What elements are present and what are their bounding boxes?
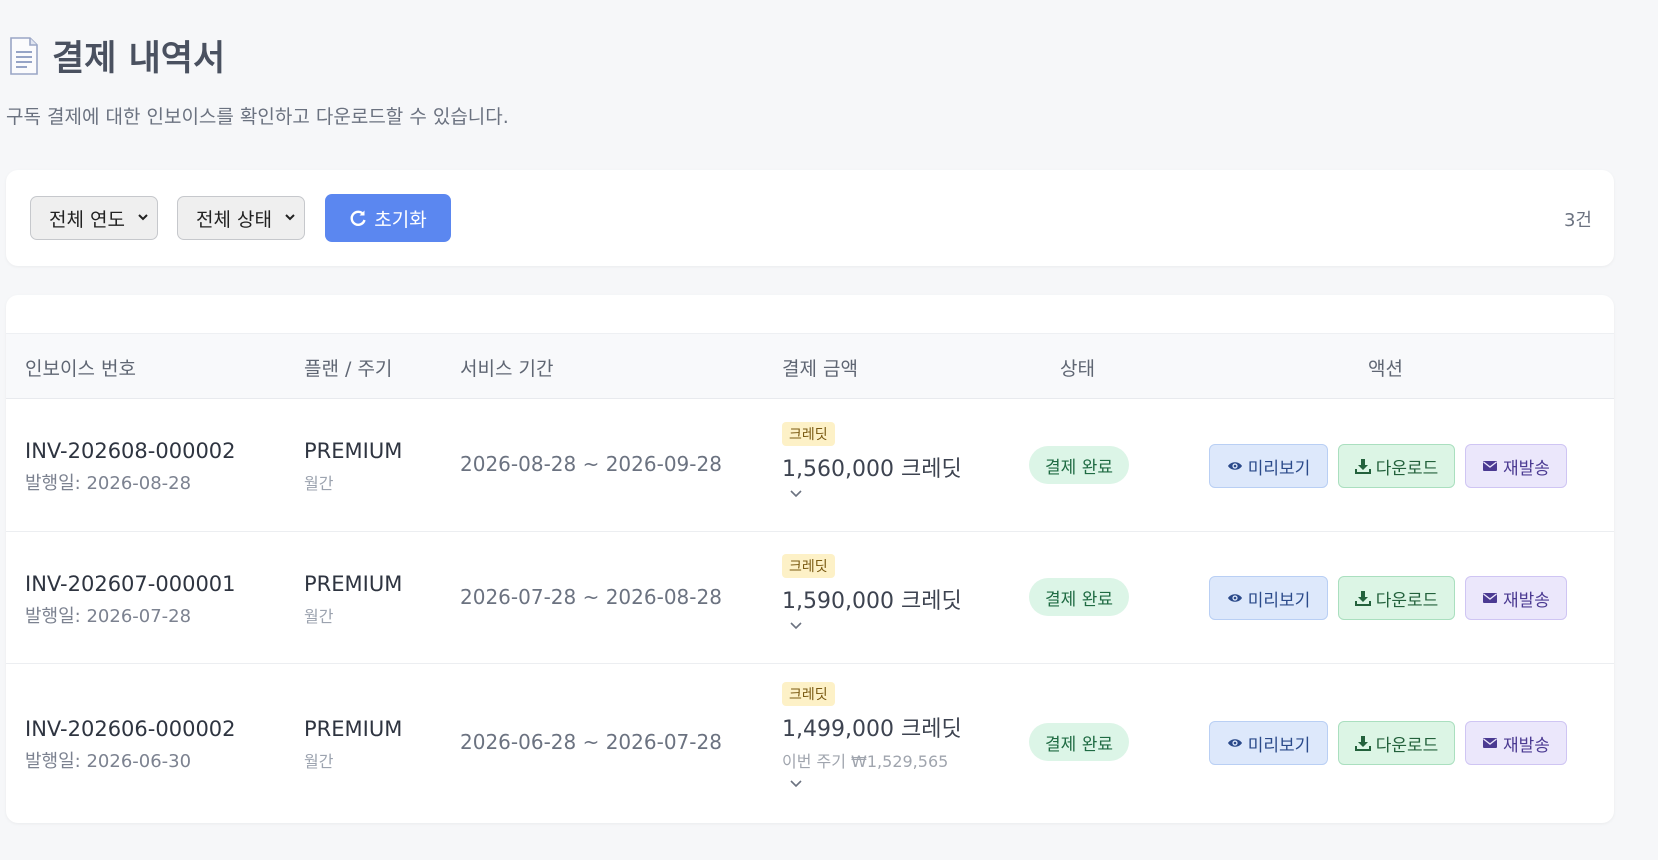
status-badge: 결제 완료 <box>1029 578 1129 616</box>
service-period: 2026-07-28 ~ 2026-08-28 <box>460 585 722 609</box>
plan-name: PREMIUM <box>304 717 403 741</box>
billing-cycle: 월간 <box>304 474 334 493</box>
billing-cycle: 월간 <box>304 607 334 626</box>
table-row: INV-202606-000002 발행일: 2026-06-30 PREMIU… <box>6 664 1614 823</box>
col-amount: 결제 금액 <box>782 358 858 380</box>
year-select-value: 전체 연도 <box>49 208 125 231</box>
plan-name: PREMIUM <box>304 572 403 596</box>
chevron-down-icon <box>138 214 148 221</box>
col-invoice-no: 인보이스 번호 <box>25 358 136 380</box>
col-status: 상태 <box>1060 358 1095 380</box>
col-plan-cycle: 플랜 / 주기 <box>304 358 393 380</box>
payment-amount: 1,499,000 크레딧 <box>782 717 962 742</box>
chevron-down-icon <box>285 214 295 221</box>
col-actions: 액션 <box>1368 358 1403 380</box>
issued-date: 발행일: 2026-08-28 <box>25 473 192 494</box>
status-select[interactable]: 전체 상태 <box>177 196 305 240</box>
billing-cycle: 월간 <box>304 752 334 771</box>
table-row: INV-202607-000001 발행일: 2026-07-28 PREMIU… <box>6 532 1614 664</box>
eye-icon <box>1227 739 1242 747</box>
chevron-down-icon[interactable] <box>788 618 804 634</box>
download-button[interactable]: 다운로드 <box>1338 444 1455 488</box>
page-title: 결제 내역서 <box>52 39 226 79</box>
eye-icon <box>1227 594 1242 602</box>
download-icon <box>1354 459 1371 474</box>
credit-badge: 크레딧 <box>782 682 835 706</box>
invoice-number: INV-202608-000002 <box>25 439 236 463</box>
resend-button[interactable]: 재발송 <box>1465 721 1567 765</box>
reset-button[interactable]: 초기화 <box>325 194 451 242</box>
chevron-down-icon[interactable] <box>788 486 804 502</box>
cycle-amount-note: 이번 주기 ₩1,529,565 <box>782 752 949 771</box>
invoice-number: INV-202606-000002 <box>25 717 236 741</box>
issued-date: 발행일: 2026-06-30 <box>25 751 192 772</box>
download-button[interactable]: 다운로드 <box>1338 576 1455 620</box>
resend-button[interactable]: 재발송 <box>1465 444 1567 488</box>
download-label: 다운로드 <box>1375 735 1439 756</box>
credit-badge: 크레딧 <box>782 422 835 446</box>
status-badge: 결제 완료 <box>1029 723 1129 761</box>
credit-badge: 크레딧 <box>782 554 835 578</box>
service-period: 2026-06-28 ~ 2026-07-28 <box>460 730 722 754</box>
resend-label: 재발송 <box>1503 735 1550 756</box>
plan-name: PREMIUM <box>304 439 403 463</box>
page-subtitle: 구독 결제에 대한 인보이스를 확인하고 다운로드할 수 있습니다. <box>6 106 509 128</box>
envelope-icon <box>1483 461 1498 471</box>
year-select[interactable]: 전체 연도 <box>30 196 158 240</box>
envelope-icon <box>1483 593 1498 603</box>
table-row: INV-202608-000002 발행일: 2026-08-28 PREMIU… <box>6 399 1614 532</box>
preview-button[interactable]: 미리보기 <box>1209 444 1328 488</box>
page-title-wrap: 결제 내역서 <box>8 30 225 81</box>
chevron-down-icon[interactable] <box>788 776 804 792</box>
document-icon <box>10 36 38 75</box>
result-count: 3건 <box>1563 210 1592 231</box>
resend-label: 재발송 <box>1503 458 1550 479</box>
resend-label: 재발송 <box>1503 590 1550 611</box>
download-button[interactable]: 다운로드 <box>1338 721 1455 765</box>
payment-amount: 1,560,000 크레딧 <box>782 457 962 482</box>
filter-bar: 전체 연도 전체 상태 초기화 3건 <box>6 170 1614 266</box>
service-period: 2026-08-28 ~ 2026-09-28 <box>460 452 722 476</box>
col-service-period: 서비스 기간 <box>460 358 554 380</box>
preview-label: 미리보기 <box>1247 735 1311 756</box>
preview-label: 미리보기 <box>1247 590 1311 611</box>
status-select-value: 전체 상태 <box>196 208 272 231</box>
invoice-number: INV-202607-000001 <box>25 572 236 596</box>
download-icon <box>1354 591 1371 606</box>
download-label: 다운로드 <box>1375 590 1439 611</box>
envelope-icon <box>1483 738 1498 748</box>
download-icon <box>1354 736 1371 751</box>
payment-amount: 1,590,000 크레딧 <box>782 589 962 614</box>
reset-label: 초기화 <box>374 208 427 231</box>
download-label: 다운로드 <box>1375 458 1439 479</box>
invoice-table: 인보이스 번호 플랜 / 주기 서비스 기간 결제 금액 상태 액션 INV-2… <box>6 295 1614 823</box>
preview-label: 미리보기 <box>1247 458 1311 479</box>
issued-date: 발행일: 2026-07-28 <box>25 606 192 627</box>
status-badge: 결제 완료 <box>1029 446 1129 484</box>
eye-icon <box>1227 462 1242 470</box>
preview-button[interactable]: 미리보기 <box>1209 576 1328 620</box>
refresh-icon <box>350 210 366 226</box>
resend-button[interactable]: 재발송 <box>1465 576 1567 620</box>
table-header: 인보이스 번호 플랜 / 주기 서비스 기간 결제 금액 상태 액션 <box>6 333 1614 399</box>
preview-button[interactable]: 미리보기 <box>1209 721 1328 765</box>
